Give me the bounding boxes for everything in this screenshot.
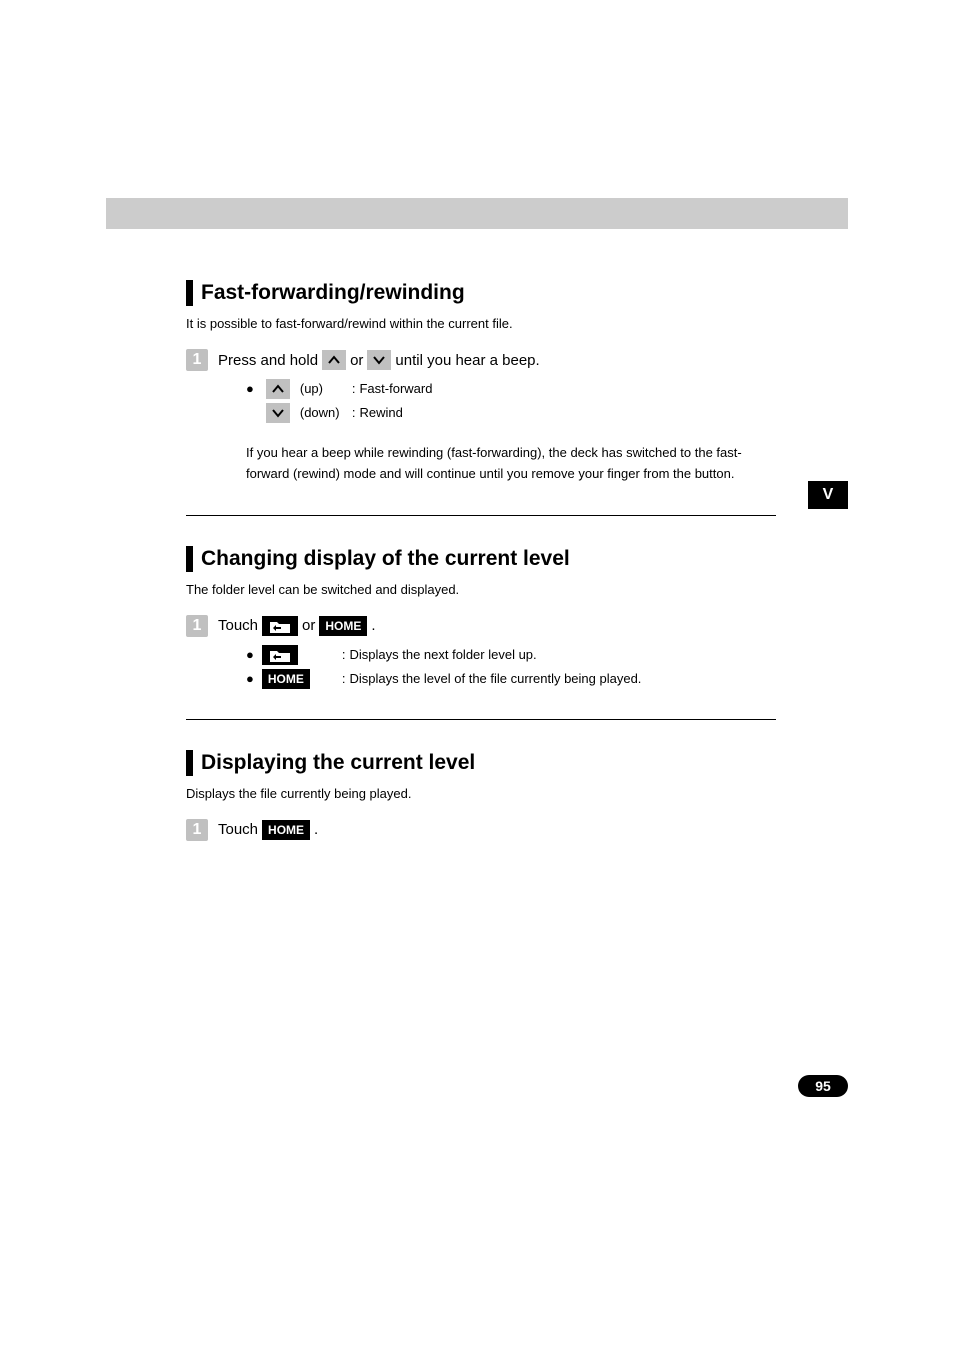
page-content: Fast-forwarding/rewinding It is possible… <box>186 280 776 849</box>
heading-bar-icon <box>186 750 193 776</box>
step-suffix-3: . <box>314 821 318 838</box>
step-suffix-2: . <box>371 617 375 634</box>
bullet-row-down: ● (down) : Rewind <box>246 403 776 423</box>
home-button-icon: HOME <box>319 616 367 636</box>
heading-bar-icon <box>186 546 193 572</box>
note-text-1: If you hear a beep while rewinding (fast… <box>246 443 776 485</box>
step-mid: or <box>350 352 363 369</box>
heading-text-3: Displaying the current level <box>201 751 475 775</box>
step-mid-2: or <box>302 617 315 634</box>
step-prefix: Press and hold <box>218 352 318 369</box>
step-row-1: 1 Press and hold or until you hear a bee… <box>186 349 776 371</box>
chevron-up-icon <box>322 350 346 370</box>
step-number-2: 1 <box>186 615 208 637</box>
side-tab: V <box>808 481 848 509</box>
heading-text-2: Changing display of the current level <box>201 547 570 571</box>
bullet-list-1: ● (up) : Fast-forward ● (down) : Rewind <box>246 379 776 423</box>
bullet-desc-down: Rewind <box>359 403 402 423</box>
section-heading-1: Fast-forwarding/rewinding <box>186 280 776 306</box>
bullet-desc-up: Fast-forward <box>359 379 432 399</box>
bullet-sep: : <box>342 645 346 665</box>
step-text-2: Touch or HOME . <box>218 616 376 636</box>
step-row-3: 1 Touch HOME . <box>186 819 776 841</box>
bullet-sep: : <box>342 669 346 689</box>
intro-text-2: The folder level can be switched and dis… <box>186 582 776 597</box>
folder-up-icon <box>262 616 298 636</box>
bullet-row-folder: ● : Displays the next folder level up. <box>246 645 776 665</box>
bullet-row-up: ● (up) : Fast-forward <box>246 379 776 399</box>
home-button-icon: HOME <box>262 669 310 689</box>
section-heading-3: Displaying the current level <box>186 750 776 776</box>
intro-text-1: It is possible to fast-forward/rewind wi… <box>186 316 776 331</box>
bullet-desc-home: Displays the level of the file currently… <box>349 669 641 689</box>
step-row-2: 1 Touch or HOME . <box>186 615 776 637</box>
chevron-down-icon <box>266 403 290 423</box>
heading-bar-icon <box>186 280 193 306</box>
bullet-icon: ● <box>246 669 254 689</box>
step-prefix-3: Touch <box>218 821 258 838</box>
bullet-icon: ● <box>246 379 254 399</box>
step-number-1: 1 <box>186 349 208 371</box>
section-heading-2: Changing display of the current level <box>186 546 776 572</box>
home-button-icon: HOME <box>262 820 310 840</box>
chevron-down-icon <box>367 350 391 370</box>
bullet-icon: ● <box>246 645 254 665</box>
step-suffix: until you hear a beep. <box>395 352 539 369</box>
folder-up-icon <box>262 645 298 665</box>
bullet-label-up: (up) <box>300 379 348 399</box>
section-divider <box>186 719 776 720</box>
intro-text-3: Displays the file currently being played… <box>186 786 776 801</box>
step-text-3: Touch HOME . <box>218 820 318 840</box>
bullet-row-home: ● HOME : Displays the level of the file … <box>246 669 776 689</box>
bullet-label-down: (down) <box>300 403 348 423</box>
step-prefix-2: Touch <box>218 617 258 634</box>
step-text-1: Press and hold or until you hear a beep. <box>218 350 540 370</box>
heading-text-1: Fast-forwarding/rewinding <box>201 281 465 305</box>
section-divider <box>186 515 776 516</box>
header-gray-bar <box>106 198 848 229</box>
bullet-sep: : <box>352 403 356 423</box>
step-number-3: 1 <box>186 819 208 841</box>
bullet-desc-folder: Displays the next folder level up. <box>349 645 536 665</box>
chevron-up-icon <box>266 379 290 399</box>
bullet-sep: : <box>352 379 356 399</box>
bullet-list-2: ● : Displays the next folder level up. ●… <box>246 645 776 689</box>
page-number: 95 <box>798 1075 848 1097</box>
